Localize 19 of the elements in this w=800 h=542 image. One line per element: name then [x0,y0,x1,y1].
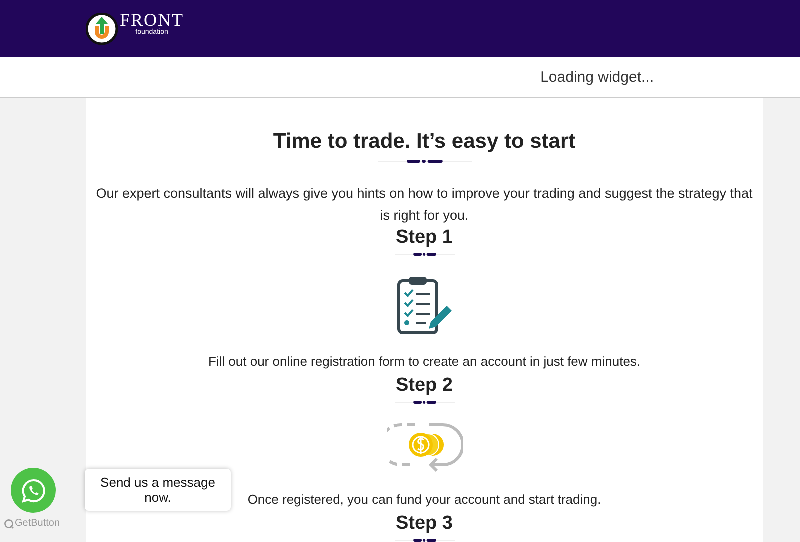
step-title: Step 1 [396,227,454,249]
brand-text: GetButton [15,518,60,529]
section-title: Time to trade. It’s easy to start [273,129,576,155]
logo-icon [86,12,118,44]
chat-button[interactable] [11,468,56,513]
intro-text: Our expert consultants will always give you hints on how to improve your trading and suggest the strategy that is right for you. [95,185,754,225]
loading-text: Loading widget... [540,68,654,86]
step-title: Step 2 [396,375,454,397]
clipboard-icon [394,275,454,335]
step-title: Step 3 [396,513,454,535]
coin-exchange-icon [386,421,462,473]
step-text: Fill out our online registration form to create an account in just few minutes. [208,353,641,371]
brand-icon [4,518,14,528]
tooltip-text: Send us a message now. [100,475,216,505]
title-divider [394,400,454,406]
title-divider [394,252,454,258]
chat-icon [20,478,46,504]
step-text: Once registered, you can fund your account and start trading. [248,491,602,509]
logo-text: FRONT [120,10,184,28]
